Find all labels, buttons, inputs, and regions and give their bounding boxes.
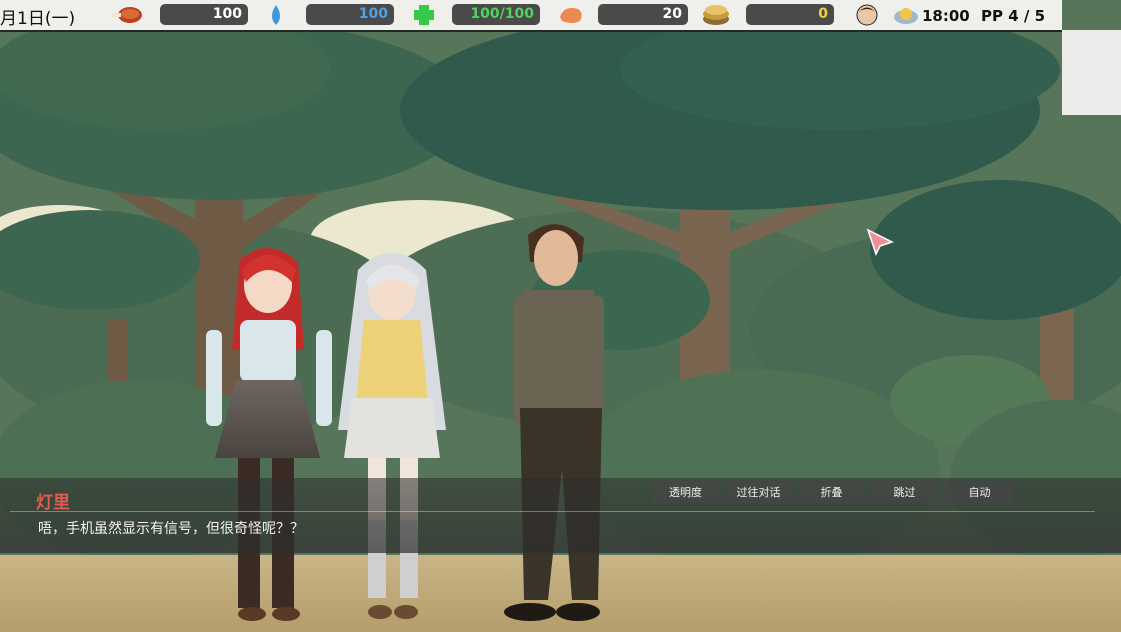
time-label: 18:00 [922, 7, 970, 25]
money-value: 0 [818, 6, 828, 22]
dialogue-divider [10, 511, 1095, 512]
shrimp-icon [560, 8, 582, 23]
history-button[interactable]: 过往对话 [725, 482, 792, 503]
food-value: 20 [662, 6, 682, 22]
thirst-bar: 100 [306, 4, 394, 25]
sun-icon [894, 8, 918, 24]
fold-button[interactable]: 折叠 [798, 482, 865, 503]
health-cross-icon [414, 5, 434, 25]
date-label: 月1日(一) [0, 9, 76, 29]
health-value: 100/100 [470, 6, 534, 22]
pp-counter: PP 4 / 5 [981, 7, 1046, 25]
auto-button[interactable]: 自动 [946, 482, 1013, 503]
water-drop-icon [272, 5, 280, 25]
transparency-button[interactable]: 透明度 [652, 482, 719, 503]
money-bar: 0 [746, 4, 834, 25]
thirst-value: 100 [358, 6, 388, 22]
avatar-icon[interactable] [856, 4, 878, 26]
meat-icon [112, 7, 142, 23]
food-bar: 20 [598, 4, 688, 25]
corner-panel [1062, 30, 1121, 115]
health-bar: 100/100 [452, 4, 540, 25]
hunger-bar: 100 [160, 4, 248, 25]
skip-button[interactable]: 跳过 [871, 482, 938, 503]
status-bar: 月1日(一) 100 100 100/100 20 0 18:00 PP 4 /… [0, 0, 1062, 32]
hunger-value: 100 [212, 6, 242, 22]
money-stack-icon [703, 5, 729, 25]
dialogue-text: 唔，手机虽然显示有信号，但很奇怪呢？？ [38, 521, 304, 537]
speaker-name: 灯里 [36, 493, 70, 513]
